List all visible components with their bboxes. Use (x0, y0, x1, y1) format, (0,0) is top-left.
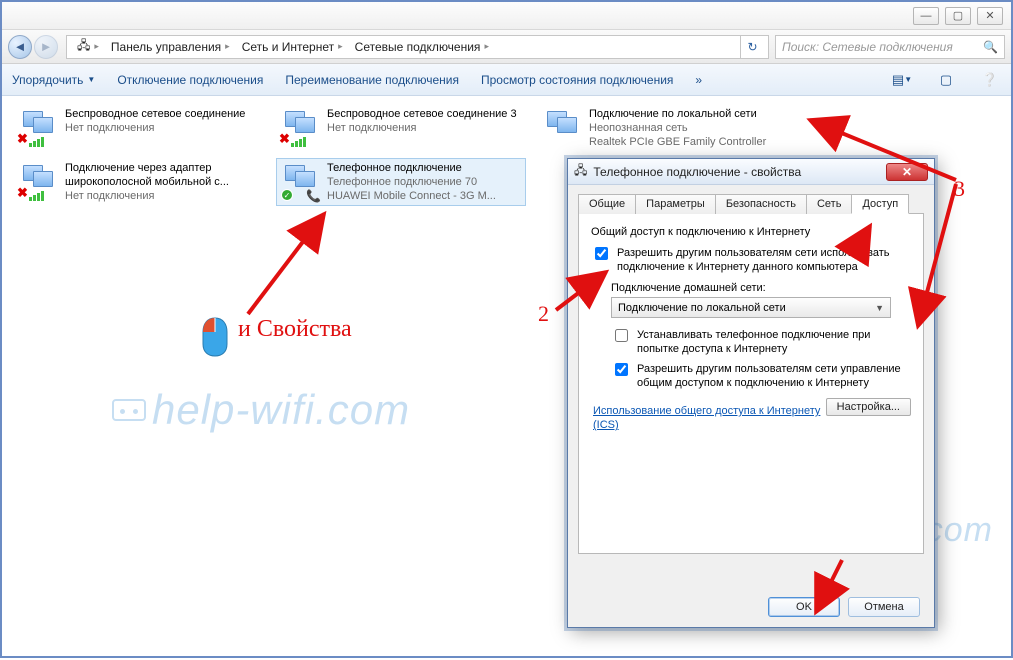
search-icon: 🔍 (983, 40, 998, 54)
sharing-section-title: Общий доступ к подключению к Интернету (591, 226, 911, 238)
command-toolbar: Упорядочить ▼ Отключение подключения Пер… (2, 64, 1011, 96)
maximize-button[interactable]: ▢ (945, 7, 971, 25)
toolbar-overflow[interactable]: » (695, 73, 702, 87)
address-bar: ◄ ► 🖧 ▸ Панель управления ▸ Сеть и Интер… (2, 30, 1011, 64)
home-network-value: Подключение по локальной сети (618, 302, 786, 314)
rename-connection-button[interactable]: Переименование подключения (285, 73, 459, 87)
dialog-titlebar: 🖧 Телефонное подключение - свойства ✕ (568, 159, 934, 185)
connection-name: Беспроводное сетевое соединение (65, 107, 245, 121)
annotation-properties-hint: и Свойства (238, 316, 352, 343)
refresh-button[interactable]: ↻ (740, 36, 764, 58)
connection-device: Realtek PCIe GBE Family Controller (589, 135, 766, 149)
minimize-button[interactable]: ― (913, 7, 939, 25)
home-network-dropdown[interactable]: Подключение по локальной сети ▼ (611, 297, 891, 318)
annotation-number-2: 2 (538, 301, 549, 327)
nav-back-button[interactable]: ◄ (8, 35, 32, 59)
nav-forward-button[interactable]: ► (34, 35, 58, 59)
tab-sharing[interactable]: Доступ (851, 194, 909, 214)
connection-item-phone[interactable]: ✓ 📞 Телефонное подключение Телефонное по… (276, 158, 526, 206)
window-titlebar: ― ▢ ✕ (2, 2, 1011, 30)
connection-name: Беспроводное сетевое соединение 3 (327, 107, 517, 121)
organize-menu[interactable]: Упорядочить ▼ (12, 73, 95, 87)
allow-sharing-label: Разрешить другим пользователям сети испо… (617, 246, 911, 274)
connection-item-wireless-1[interactable]: ✖ Беспроводное сетевое соединение Нет по… (14, 104, 264, 152)
cancel-button[interactable]: Отмена (848, 597, 920, 617)
connection-status: Телефонное подключение 70 (327, 175, 496, 189)
watermark: help-wifi.com (112, 386, 410, 434)
dialog-close-button[interactable]: ✕ (886, 163, 928, 181)
breadcrumb-item-2[interactable]: Сетевые подключения ▸ (349, 40, 495, 54)
tab-security[interactable]: Безопасность (715, 194, 807, 214)
breadcrumb-item-1[interactable]: Сеть и Интернет ▸ (236, 40, 349, 54)
dial-on-demand-checkbox[interactable] (615, 329, 628, 342)
network-icon: ✓ 📞 (279, 161, 321, 203)
connection-device: HUAWEI Mobile Connect - 3G M... (327, 189, 496, 203)
connection-status: Нет подключения (65, 189, 261, 203)
preview-pane-button[interactable]: ▢ (935, 70, 957, 90)
breadcrumb-item-0[interactable]: Панель управления ▸ (105, 40, 236, 54)
connection-status: Неопознанная сеть (589, 121, 766, 135)
annotation-number-3: 3 (954, 176, 965, 202)
network-icon: ✖ (17, 107, 59, 149)
disable-connection-button[interactable]: Отключение подключения (117, 73, 263, 87)
ics-help-link[interactable]: Использование общего доступа к Интернету… (593, 404, 826, 432)
tab-general[interactable]: Общие (578, 194, 636, 214)
connection-item-lan[interactable]: Подключение по локальной сети Неопознанн… (538, 104, 788, 152)
mouse-icon (200, 316, 230, 358)
dialog-title-text: Телефонное подключение - свойства (593, 165, 801, 179)
tab-network[interactable]: Сеть (806, 194, 852, 214)
help-button[interactable]: ❔ (979, 70, 1001, 90)
allow-control-label: Разрешить другим пользователям сети упра… (637, 362, 911, 390)
view-options-button[interactable]: ▤▼ (891, 70, 913, 90)
breadcrumb[interactable]: 🖧 ▸ Панель управления ▸ Сеть и Интернет … (66, 35, 769, 59)
search-input[interactable]: Поиск: Сетевые подключения 🔍 (775, 35, 1005, 59)
dialog-tabstrip: Общие Параметры Безопасность Сеть Доступ (578, 193, 924, 214)
network-icon (541, 107, 583, 149)
connection-name: Подключение по локальной сети (589, 107, 766, 121)
connection-name: Телефонное подключение (327, 161, 496, 175)
search-placeholder: Поиск: Сетевые подключения (782, 40, 953, 54)
dialog-icon: 🖧 (574, 161, 587, 182)
allow-sharing-checkbox[interactable] (595, 247, 608, 260)
chevron-down-icon: ▼ (875, 303, 884, 313)
network-icon: ✖ (279, 107, 321, 149)
connection-item-broadband[interactable]: ✖ Подключение через адаптер широкополосн… (14, 158, 264, 206)
connection-item-wireless-3[interactable]: ✖ Беспроводное сетевое соединение 3 Нет … (276, 104, 526, 152)
breadcrumb-root-icon[interactable]: 🖧 ▸ (71, 36, 105, 57)
connection-status: Нет подключения (65, 121, 245, 135)
properties-dialog: 🖧 Телефонное подключение - свойства ✕ Об… (567, 158, 935, 628)
view-status-button[interactable]: Просмотр состояния подключения (481, 73, 673, 87)
dial-on-demand-label: Устанавливать телефонное подключение при… (637, 328, 911, 356)
home-network-label: Подключение домашней сети: (611, 282, 911, 294)
ok-button[interactable]: OK (768, 597, 840, 617)
tab-sharing-panel: Общий доступ к подключению к Интернету Р… (578, 214, 924, 554)
network-icon: ✖ (17, 161, 59, 203)
connection-status: Нет подключения (327, 121, 517, 135)
tab-parameters[interactable]: Параметры (635, 194, 716, 214)
allow-control-checkbox[interactable] (615, 363, 628, 376)
close-button[interactable]: ✕ (977, 7, 1003, 25)
settings-button[interactable]: Настройка... (826, 398, 911, 416)
connection-name: Подключение через адаптер широкополосной… (65, 161, 261, 189)
